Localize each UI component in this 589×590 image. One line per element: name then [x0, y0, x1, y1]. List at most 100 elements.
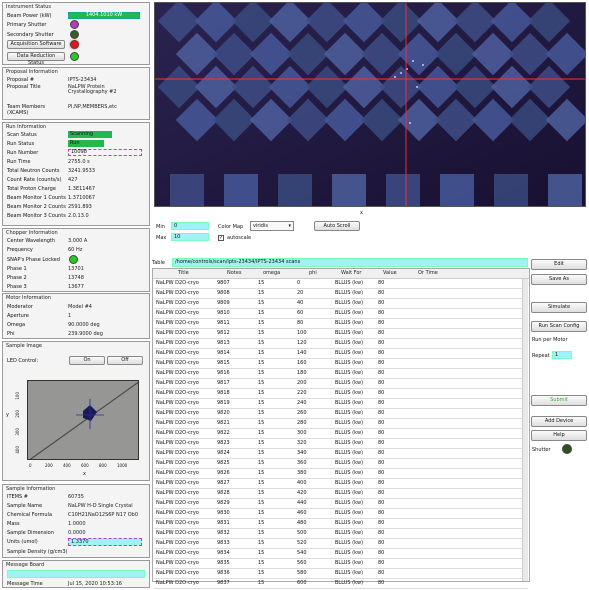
table-cell: 9817 — [217, 380, 230, 386]
table-cell: 580 — [297, 570, 307, 576]
column-header-notes[interactable]: Notes — [227, 270, 241, 276]
table-row[interactable]: NaLPW D2O-cryo 9827 15 400 BLLUS (kw) 80 — [154, 479, 528, 489]
table-cell: 15 — [258, 340, 265, 346]
table-row[interactable]: NaLPW D2O-cryo 9818 15 220 BLLUS (kw) 80 — [154, 389, 528, 399]
max-input[interactable]: 10 — [171, 233, 209, 241]
table-cell: 9823 — [217, 440, 230, 446]
column-header-phi[interactable]: phi — [309, 270, 317, 276]
beam-monitor-3-value: 2.0.13.0 — [68, 213, 89, 219]
table-cell: 15 — [258, 390, 265, 396]
table-cell: 15 — [258, 360, 265, 366]
table-cell: 320 — [297, 440, 307, 446]
table-row[interactable]: NaLPW D2O-cryo 9824 15 340 BLLUS (kw) 80 — [154, 449, 528, 459]
column-header-title[interactable]: Title — [178, 270, 189, 276]
table-cell: NaLPW D2O-cryo — [156, 520, 199, 526]
table-row[interactable]: NaLPW D2O-cryo 9809 15 40 BLLUS (kw) 80 — [154, 299, 528, 309]
table-cell: 9834 — [217, 550, 230, 556]
table-row[interactable]: NaLPW D2O-cryo 9831 15 480 BLLUS (kw) 80 — [154, 519, 528, 529]
table-row[interactable]: NaLPW D2O-cryo 9822 15 300 BLLUS (kw) 80 — [154, 429, 528, 439]
table-row[interactable]: NaLPW D2O-cryo 9812 15 100 BLLUS (kw) 80 — [154, 329, 528, 339]
beam-power-label: Beam Power (kW) — [7, 13, 52, 19]
table-row[interactable]: NaLPW D2O-cryo 9817 15 200 BLLUS (kw) 80 — [154, 379, 528, 389]
table-cell: 100 — [297, 330, 307, 336]
table-row[interactable]: NaLPW D2O-cryo 9836 15 580 BLLUS (kw) 80 — [154, 569, 528, 579]
table-row[interactable]: NaLPW D2O-cryo 9807 15 0 BLLUS (kw) 80 — [154, 279, 528, 289]
units-input[interactable]: 1.3370 — [68, 538, 142, 546]
column-header-omega[interactable]: omega — [263, 270, 280, 276]
table-row[interactable]: NaLPW D2O-cryo 9814 15 140 BLLUS (kw) 80 — [154, 349, 528, 359]
table-cell: BLLUS (kw) — [335, 510, 364, 516]
table-row[interactable]: NaLPW D2O-cryo 9816 15 180 BLLUS (kw) 80 — [154, 369, 528, 379]
beam-monitor-2-value: 2591.893 — [68, 204, 92, 210]
table-cell: NaLPW D2O-cryo — [156, 410, 199, 416]
bragg-peak — [412, 60, 414, 62]
table-row[interactable]: NaLPW D2O-cryo 9834 15 540 BLLUS (kw) 80 — [154, 549, 528, 559]
table-row[interactable]: NaLPW D2O-cryo 9810 15 60 BLLUS (kw) 80 — [154, 309, 528, 319]
save-as-button[interactable]: Save As — [531, 274, 587, 285]
table-row[interactable]: NaLPW D2O-cryo 9823 15 320 BLLUS (kw) 80 — [154, 439, 528, 449]
acquisition-software-button[interactable]: Acquisition Software — [7, 40, 65, 49]
table-cell: BLLUS (kw) — [335, 450, 364, 456]
auto-scroll-button[interactable]: Auto Scroll — [314, 221, 360, 231]
run-info-title: Run Information — [6, 124, 47, 130]
mass-label: Mass — [7, 521, 20, 527]
column-header-value[interactable]: Value — [383, 270, 397, 276]
table-cell: BLLUS (kw) — [335, 410, 364, 416]
table-row[interactable]: NaLPW D2O-cryo 9835 15 560 BLLUS (kw) 80 — [154, 559, 528, 569]
min-input[interactable]: 0 — [171, 222, 209, 230]
edit-button[interactable]: Edit — [531, 259, 587, 270]
bragg-peak — [394, 76, 396, 78]
table-cell: NaLPW D2O-cryo — [156, 420, 199, 426]
table-cell: BLLUS (kw) — [335, 300, 364, 306]
table-cell: 15 — [258, 300, 265, 306]
table-row[interactable]: NaLPW D2O-cryo 9828 15 420 BLLUS (kw) 80 — [154, 489, 528, 499]
omega-value: 90.0000 deg — [68, 322, 100, 328]
submit-button[interactable]: Submit — [531, 395, 587, 406]
led-off-button[interactable]: Off — [107, 356, 143, 365]
table-cell: 80 — [378, 410, 385, 416]
column-header-wait-for[interactable]: Wait For — [341, 270, 361, 276]
table-row[interactable]: NaLPW D2O-cryo 9825 15 360 BLLUS (kw) 80 — [154, 459, 528, 469]
color-map-select[interactable]: viridis ▾ — [250, 221, 294, 231]
table-row[interactable]: NaLPW D2O-cryo 9821 15 280 BLLUS (kw) 80 — [154, 419, 528, 429]
table-cell: 80 — [378, 570, 385, 576]
table-cell: NaLPW D2O-cryo — [156, 470, 199, 476]
table-row[interactable]: NaLPW D2O-cryo 9832 15 500 BLLUS (kw) 80 — [154, 529, 528, 539]
table-row[interactable]: NaLPW D2O-cryo 9815 15 160 BLLUS (kw) 80 — [154, 359, 528, 369]
autoscale-checkbox[interactable]: ✓ — [218, 235, 224, 241]
table-path-input[interactable]: /home/controls/scan/ipts-23434/IPTS-2343… — [172, 258, 528, 267]
table-row[interactable]: NaLPW D2O-cryo 9813 15 120 BLLUS (kw) 80 — [154, 339, 528, 349]
table-cell: NaLPW D2O-cryo — [156, 380, 199, 386]
table-cell: 9830 — [217, 510, 230, 516]
table-scrollbar[interactable] — [522, 279, 528, 581]
simulate-button[interactable]: Simulate — [531, 302, 587, 313]
table-row[interactable]: NaLPW D2O-cryo 9820 15 260 BLLUS (kw) 80 — [154, 409, 528, 419]
table-row[interactable]: NaLPW D2O-cryo 9830 15 460 BLLUS (kw) 80 — [154, 509, 528, 519]
table-row[interactable]: NaLPW D2O-cryo 9819 15 240 BLLUS (kw) 80 — [154, 399, 528, 409]
table-cell: 20 — [297, 290, 304, 296]
table-cell: 380 — [297, 470, 307, 476]
table-cell: NaLPW D2O-cryo — [156, 580, 199, 586]
table-row[interactable]: NaLPW D2O-cryo 9808 15 20 BLLUS (kw) 80 — [154, 289, 528, 299]
repeat-input[interactable]: 1 — [552, 351, 572, 359]
column-header-or-time[interactable]: Or Time — [418, 270, 438, 276]
aperture-value: 1 — [68, 313, 72, 319]
data-reduction-button[interactable]: Data Reduction Status — [7, 52, 65, 66]
sample-x-tick-5: 1000 — [117, 463, 128, 468]
table-row[interactable]: NaLPW D2O-cryo 9837 15 600 BLLUS (kw) 80 — [154, 579, 528, 589]
table-row[interactable]: NaLPW D2O-cryo 9833 15 520 BLLUS (kw) 80 — [154, 539, 528, 549]
table-cell: 280 — [297, 420, 307, 426]
detector-view[interactable] — [154, 2, 586, 207]
table-cell: 560 — [297, 560, 307, 566]
led-on-button[interactable]: On — [69, 356, 105, 365]
run-scan-config-button[interactable]: Run Scan Config — [531, 321, 587, 332]
table-row[interactable]: NaLPW D2O-cryo 9829 15 440 BLLUS (kw) 80 — [154, 499, 528, 509]
add-device-button[interactable]: Add Device — [531, 416, 587, 427]
table-row[interactable]: NaLPW D2O-cryo 9826 15 380 BLLUS (kw) 80 — [154, 469, 528, 479]
run-per-motor-label: Run per Motor — [532, 337, 568, 343]
sample-x-tick-4: 800 — [99, 463, 107, 468]
table-row[interactable]: NaLPW D2O-cryo 9811 15 80 BLLUS (kw) 80 — [154, 319, 528, 329]
help-button[interactable]: Help — [531, 430, 587, 441]
table-cell: 15 — [258, 350, 265, 356]
table-cell: 440 — [297, 500, 307, 506]
